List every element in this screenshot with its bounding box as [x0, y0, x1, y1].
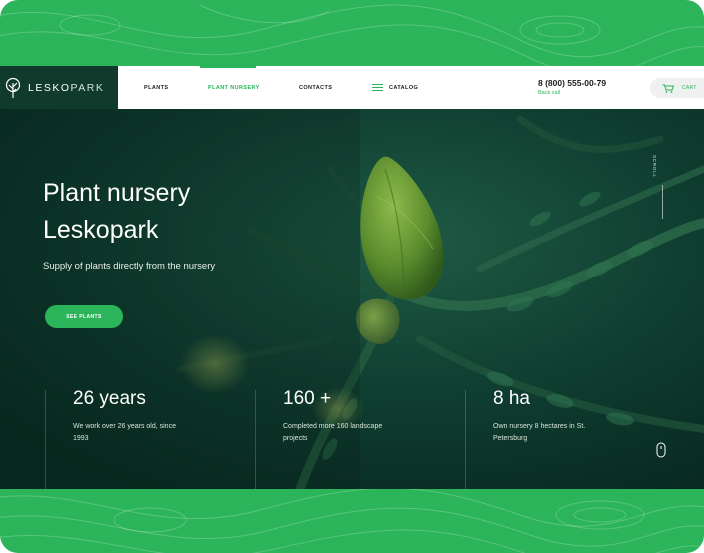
stat-value-years: 26 years	[73, 388, 146, 409]
stat-divider	[45, 390, 46, 489]
nav-item-plant-nursery[interactable]: PLANT NURSERY	[208, 85, 260, 91]
hero-title: Plant nursery Leskopark	[43, 179, 191, 244]
cart-icon	[662, 84, 674, 93]
stat-divider	[465, 390, 466, 489]
stat-desc-hectares: Own nursery 8 hectares in St. Petersburg	[493, 423, 586, 442]
hero-section: Plant nursery Leskopark Supply of plants…	[0, 109, 704, 489]
phone-number[interactable]: 8 (800) 555-00-79	[538, 78, 606, 88]
logo-text: LESKOPARK	[28, 81, 105, 94]
nav-item-catalog[interactable]: CATALOG	[389, 85, 418, 91]
stat-value-hectares: 8 ha	[493, 388, 530, 409]
page-frame: LESKOPARK PLANTS PLANT NURSERY CONTACTS …	[0, 0, 704, 553]
nav-bar: PLANTS PLANT NURSERY CONTACTS CATALOG 8 …	[118, 66, 704, 109]
nav-item-contacts[interactable]: CONTACTS	[299, 85, 332, 91]
cart-label: CART	[682, 85, 697, 91]
hero-subtitle: Supply of plants directly from the nurse…	[43, 261, 216, 272]
cart-button[interactable]: CART	[650, 78, 704, 98]
stat-desc-years: We work over 26 years old, since 1993	[73, 423, 176, 442]
site-header: LESKOPARK PLANTS PLANT NURSERY CONTACTS …	[0, 66, 704, 109]
scroll-label: SCROLL	[652, 155, 657, 178]
scroll-indicator	[662, 185, 663, 219]
logo[interactable]: LESKOPARK	[0, 66, 118, 109]
callback-link[interactable]: Back call	[538, 90, 560, 96]
nav-item-plants[interactable]: PLANTS	[144, 85, 168, 91]
mouse-scroll-icon[interactable]	[656, 442, 666, 458]
stat-divider	[255, 390, 256, 489]
catalog-menu-icon[interactable]	[372, 84, 383, 91]
tree-logo-icon	[5, 77, 21, 98]
nav-active-indicator	[200, 66, 256, 68]
stat-desc-projects: Completed more 160 landscape projects	[283, 423, 383, 442]
see-plants-button[interactable]: SEE PLANTS	[45, 305, 123, 328]
stat-value-projects: 160 +	[283, 388, 332, 409]
